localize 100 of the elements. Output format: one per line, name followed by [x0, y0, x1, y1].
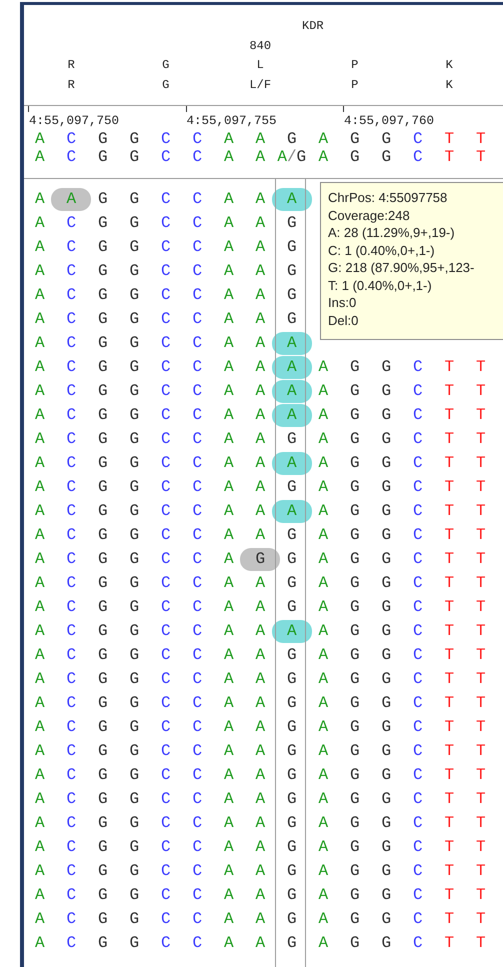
read-base: A [255, 814, 266, 832]
read-base: G [98, 238, 108, 256]
read-base: C [192, 814, 202, 832]
amino-acid: K [446, 78, 453, 92]
read-base: C [66, 598, 76, 616]
read-base: C [160, 934, 171, 952]
reference-base: G [129, 130, 140, 148]
read-base: A [224, 670, 234, 688]
read-base: C [160, 478, 171, 496]
read-base: A [34, 622, 45, 640]
read-base: C [160, 214, 171, 232]
read-base: A [318, 838, 328, 856]
read-base: C [66, 454, 76, 472]
read-base: T [444, 454, 454, 472]
read-base: G [98, 478, 108, 496]
read-base: A [34, 718, 45, 736]
read-base: T [476, 838, 486, 856]
read-base: A [255, 214, 266, 232]
read-base: A [34, 550, 45, 568]
read-base: A [34, 214, 45, 232]
read-base: G [350, 742, 360, 760]
read-base: G [129, 262, 140, 280]
read-base: G [381, 550, 392, 568]
read-base: G [129, 886, 140, 904]
read-base: G [286, 478, 297, 496]
read-base: T [444, 478, 454, 496]
read-base: T [476, 406, 486, 424]
read-base: G [381, 526, 392, 544]
read-base: A [224, 574, 234, 592]
read-base: G [129, 718, 140, 736]
read-base: G [350, 478, 360, 496]
read-base: C [160, 550, 171, 568]
read-base: G [129, 310, 140, 328]
read-base: A [224, 502, 234, 520]
read-base: C [160, 190, 171, 208]
read-base: G [286, 238, 297, 256]
highlighted-base: A [272, 380, 312, 402]
read-base: T [444, 718, 454, 736]
read-base: T [444, 430, 454, 448]
read-base: C [160, 694, 171, 712]
read-base: C [66, 694, 76, 712]
read-base: A [255, 310, 266, 328]
read-base: C [160, 742, 171, 760]
read-base: C [412, 646, 423, 664]
gene-name: KDR [302, 19, 324, 33]
read-base: A [318, 814, 328, 832]
read-base: C [192, 214, 202, 232]
read-base: G [381, 598, 392, 616]
read-base: C [192, 910, 202, 928]
read-base: G [381, 454, 392, 472]
reference-base: A [255, 130, 266, 148]
read-base: C [66, 310, 76, 328]
read-base: C [412, 694, 423, 712]
read-base: G [286, 886, 297, 904]
read-base: C [192, 622, 202, 640]
read-base: C [160, 526, 171, 544]
consensus-base: C [412, 148, 423, 166]
read-base: A [255, 478, 266, 496]
read-base: G [98, 646, 108, 664]
read-base: G [129, 406, 140, 424]
read-base: G [98, 622, 108, 640]
read-base: A [318, 718, 328, 736]
read-base: T [476, 814, 486, 832]
read-base: A [224, 286, 234, 304]
consensus-base: T [444, 148, 454, 166]
consensus-base: C [66, 148, 76, 166]
consensus-base: C [192, 148, 202, 166]
read-base: G [286, 262, 297, 280]
read-base: G [350, 550, 360, 568]
read-base: C [192, 286, 202, 304]
read-base: A [34, 526, 45, 544]
read-base: G [350, 886, 360, 904]
read-base: G [129, 742, 140, 760]
read-base: C [192, 478, 202, 496]
read-base: C [192, 310, 202, 328]
read-base: G [98, 814, 108, 832]
read-base: A [318, 886, 328, 904]
read-base: G [98, 454, 108, 472]
read-base: A [255, 430, 266, 448]
read-base: G [350, 862, 360, 880]
read-base: C [412, 502, 423, 520]
read-base: C [66, 430, 76, 448]
read-base: G [350, 358, 360, 376]
read-base: A [224, 598, 234, 616]
read-base: C [412, 454, 423, 472]
read-base: G [381, 478, 392, 496]
read-base: A [34, 406, 45, 424]
read-base: T [444, 622, 454, 640]
read-base: G [286, 430, 297, 448]
read-base: G [350, 502, 360, 520]
read-base: G [350, 598, 360, 616]
read-base: G [129, 814, 140, 832]
reference-base: C [412, 130, 423, 148]
amino-acid: R [68, 58, 75, 72]
read-base: G [129, 934, 140, 952]
read-base: C [192, 358, 202, 376]
read-base: C [66, 886, 76, 904]
read-base: G [286, 718, 297, 736]
read-base: G [129, 286, 140, 304]
read-base: G [98, 790, 108, 808]
